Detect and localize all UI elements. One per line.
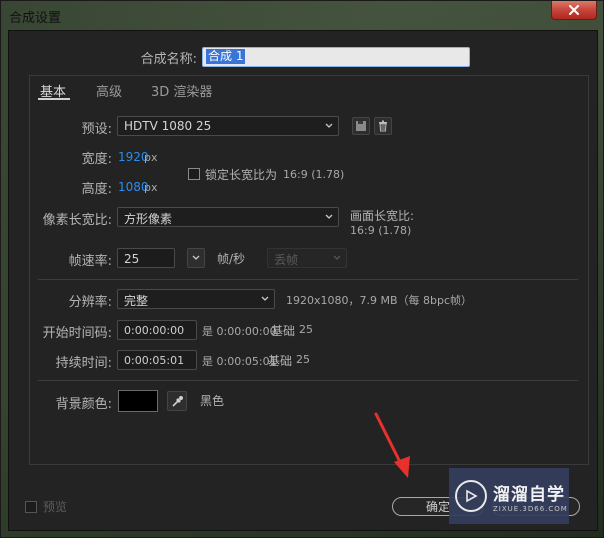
watermark-main-text: 溜溜自学 <box>493 484 565 505</box>
tab-advanced[interactable]: 高级 <box>96 81 122 100</box>
duration-equals: 是 0:00:05:01 <box>202 355 277 368</box>
watermark: 溜溜自学 ZIXUE.3D66.COM <box>449 468 569 524</box>
resolution-select[interactable]: 完整 <box>117 289 275 309</box>
duration-value: 0:00:05:01 <box>124 354 185 367</box>
play-logo-icon <box>455 480 487 512</box>
width-unit: px <box>144 151 158 164</box>
settings-panel: 基本 高级 3D 渲染器 预设: HDTV 1080 25 宽度: 1920 p… <box>29 75 589 465</box>
duration-input[interactable]: 0:00:05:01 <box>117 350 197 370</box>
duration-base-label: 基础 <box>268 354 293 368</box>
comp-name-value: 合成 1 <box>206 49 246 64</box>
pixel-aspect-value: 方形像素 <box>124 212 173 226</box>
chevron-down-icon <box>333 255 341 260</box>
ok-button-label: 确定 <box>425 500 450 514</box>
trash-icon <box>379 120 387 132</box>
pixel-aspect-label: 像素长宽比: <box>42 213 112 228</box>
drop-frame-value: 丢帧 <box>274 253 299 267</box>
delete-preset-button[interactable] <box>374 117 392 135</box>
eyedropper-button[interactable] <box>167 391 187 411</box>
duration-label: 持续时间: <box>55 356 112 371</box>
preview-label: 预览 <box>43 500 68 514</box>
resolution-info: 1920x1080，7.9 MB（每 8bpc帧） <box>286 294 473 307</box>
frame-rate-value: 25 <box>124 252 140 266</box>
watermark-sub-text: ZIXUE.3D66.COM <box>493 504 568 513</box>
chevron-down-icon <box>325 123 333 128</box>
frame-rate-label: 帧速率: <box>68 254 112 269</box>
composition-settings-dialog: 合成设置 合成名称: 合成 1 基本 高级 3D 渲染器 预设: HDTV 10… <box>0 0 604 538</box>
start-timecode-base-label: 基础 <box>271 324 296 338</box>
frame-rate-input[interactable]: 25 <box>117 248 175 268</box>
tab-3d-renderer[interactable]: 3D 渲染器 <box>151 81 212 100</box>
drop-frame-select: 丢帧 <box>267 248 347 268</box>
height-label: 高度: <box>81 182 112 197</box>
comp-name-input[interactable]: 合成 1 <box>202 47 470 67</box>
lock-aspect-label: 锁定长宽比为 <box>205 168 278 182</box>
frame-rate-dropdown[interactable] <box>187 248 205 268</box>
preset-label: 预设: <box>81 122 112 137</box>
resolution-value: 完整 <box>124 294 149 308</box>
save-preset-button[interactable] <box>352 117 370 135</box>
save-preset-icon <box>356 121 366 131</box>
window-title: 合成设置 <box>9 11 62 26</box>
close-button[interactable] <box>551 1 597 20</box>
active-tab-indicator <box>38 98 70 100</box>
section-divider <box>38 380 578 381</box>
close-icon <box>569 5 579 15</box>
preset-select[interactable]: HDTV 1080 25 <box>117 116 339 136</box>
pixel-aspect-select[interactable]: 方形像素 <box>117 207 339 227</box>
height-unit: px <box>144 181 158 194</box>
preview-checkbox[interactable] <box>25 501 37 513</box>
frame-aspect-label: 画面长宽比: <box>350 209 415 223</box>
lock-aspect-checkbox[interactable] <box>188 168 200 180</box>
start-timecode-value: 0:00:00:00 <box>124 324 185 337</box>
frame-aspect-value: 16:9 (1.78) <box>350 224 412 237</box>
background-color-swatch[interactable] <box>118 390 158 412</box>
chevron-down-icon <box>192 255 200 260</box>
duration-base: 25 <box>296 353 310 366</box>
width-label: 宽度: <box>81 152 112 167</box>
title-bar: 合成设置 <box>1 1 604 29</box>
resolution-label: 分辨率: <box>68 295 112 310</box>
chevron-down-icon <box>261 296 269 301</box>
comp-name-label: 合成名称: <box>140 52 197 67</box>
start-timecode-equals: 是 0:00:00:00 <box>202 325 277 338</box>
start-timecode-input[interactable]: 0:00:00:00 <box>117 320 197 340</box>
frame-rate-unit: 帧/秒 <box>217 252 246 266</box>
start-timecode-base: 25 <box>299 323 313 336</box>
chevron-down-icon <box>325 214 333 219</box>
lock-aspect-ratio: 16:9 (1.78) <box>283 168 345 181</box>
background-color-label: 背景颜色: <box>55 397 112 412</box>
start-timecode-label: 开始时间码: <box>42 326 112 341</box>
red-arrow-annotation <box>374 412 410 478</box>
section-divider <box>38 279 578 280</box>
dialog-body: 合成名称: 合成 1 基本 高级 3D 渲染器 预设: HDTV 1080 25 <box>8 30 598 531</box>
preset-value: HDTV 1080 25 <box>124 119 212 133</box>
eyedropper-icon <box>171 395 183 407</box>
background-color-name: 黑色 <box>200 394 225 408</box>
